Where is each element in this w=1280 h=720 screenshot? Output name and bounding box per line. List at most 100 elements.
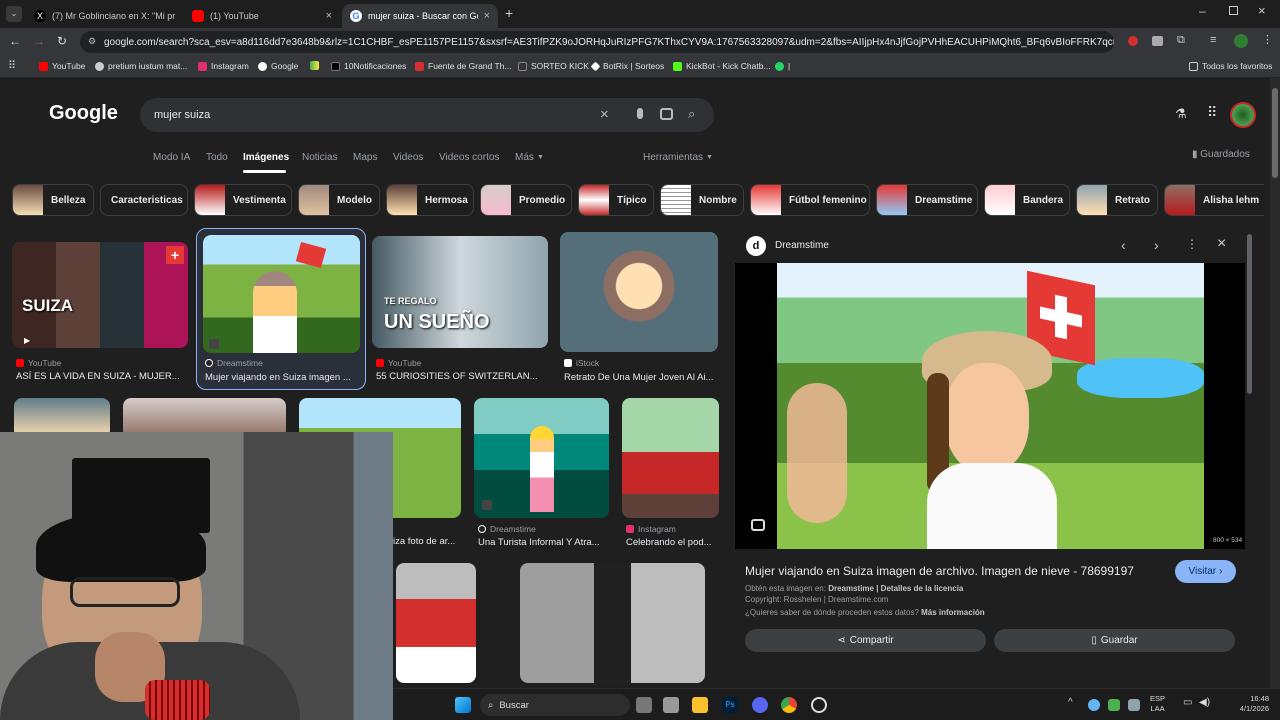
chip-nombre[interactable]: Nombre [660, 184, 744, 216]
discord-icon[interactable] [752, 697, 768, 713]
result-card[interactable]: SUIZA + ▶ YouTube ASÍ ES LA VIDA EN SUIZ… [12, 242, 190, 384]
apps-grid-icon[interactable]: ⠿ [1207, 104, 1217, 121]
tab-todo[interactable]: Todo [206, 152, 228, 163]
result-title[interactable]: iza foto de ar... [393, 536, 463, 547]
clock[interactable]: 16:48 4/1/2026 [1231, 694, 1269, 714]
apps-icon[interactable]: ⠿ [8, 59, 16, 72]
result-image[interactable] [396, 563, 476, 683]
reload-icon[interactable]: ↻ [57, 34, 67, 48]
bookmark-notificaciones[interactable]: 10Notificaciones [331, 61, 406, 71]
restore-icon[interactable] [1229, 6, 1238, 15]
new-tab-button[interactable]: + [505, 5, 513, 21]
extension-red-icon[interactable] [1128, 36, 1138, 46]
page-scrollbar[interactable] [1270, 78, 1280, 688]
tab-videos[interactable]: Videos [393, 152, 423, 163]
google-logo[interactable]: Google [49, 102, 118, 125]
bookmark-kickbot[interactable]: KickBot - Kick Chatb... [673, 61, 771, 71]
close-tab-icon[interactable]: × [181, 10, 182, 22]
tab-imagenes[interactable]: Imágenes [243, 152, 289, 163]
site-info-icon[interactable]: ⚙ [88, 36, 96, 47]
tab-search-button[interactable]: ⌄ [6, 6, 22, 22]
bookmark-fuente[interactable]: Fuente de Grand Th... [415, 61, 511, 71]
preview-image[interactable] [777, 263, 1204, 549]
labs-icon[interactable]: ⚗ [1175, 106, 1187, 122]
bookmark-instagram[interactable]: Instagram [198, 61, 249, 71]
close-tab-icon[interactable]: × [484, 10, 490, 22]
result-title[interactable]: Una Turista Informal Y Atra... [478, 537, 610, 548]
chip-promedio[interactable]: Promedio [480, 184, 572, 216]
panel-source[interactable]: Dreamstime [775, 240, 829, 251]
result-title[interactable]: Retrato De Una Mujer Joven Al Ai... [564, 372, 718, 383]
address-bar[interactable]: ⚙ google.com/search?sca_esv=a8d116dd7e36… [80, 31, 1114, 53]
tray-icon[interactable] [1088, 699, 1100, 711]
network-icon[interactable]: ▭ [1183, 697, 1192, 708]
license-links[interactable]: Dreamstime | Detalles de la licencia [828, 584, 963, 593]
result-image[interactable] [560, 232, 718, 352]
language-indicator[interactable]: ESP LAA [1150, 694, 1165, 714]
close-tab-icon[interactable]: × [326, 10, 332, 22]
task-view-icon[interactable] [636, 697, 652, 713]
result-image[interactable] [622, 398, 719, 518]
file-explorer-icon[interactable] [692, 697, 708, 713]
photoshop-icon[interactable]: Ps [722, 697, 738, 713]
tab-youtube[interactable]: (1) YouTube × [184, 4, 340, 28]
lens-search-icon[interactable] [751, 519, 765, 531]
chip-tipico[interactable]: Típico [578, 184, 654, 216]
tools-button[interactable]: Herramientas [643, 152, 703, 163]
chip-dreamstime[interactable]: Dreamstime [876, 184, 978, 216]
menu-icon[interactable]: ⋮ [1262, 33, 1273, 46]
tab-google-search[interactable]: G mujer suiza - Buscar con Google × [342, 4, 498, 28]
result-card[interactable]: TE REGALO UN SUEÑO YouTube 55 CURIOSITIE… [372, 236, 552, 384]
visit-button[interactable]: Visitar › [1175, 560, 1236, 583]
chevron-up-icon[interactable]: ^ [1068, 697, 1073, 708]
result-card[interactable]: Instagram Celebrando el pod... [622, 398, 724, 550]
bookmark-botrix[interactable]: BotRix | Sorteos [590, 61, 664, 71]
tab-noticias[interactable]: Noticias [302, 152, 338, 163]
saved-button[interactable]: ▮ Guardados [1192, 149, 1250, 160]
forward-icon[interactable]: → [33, 34, 45, 48]
tab-x[interactable]: X (7) Mr Goblinciano en X: "Mi pr × [26, 4, 182, 28]
chip-vestimenta[interactable]: Vestimenta [194, 184, 292, 216]
result-image[interactable]: SUIZA + ▶ [12, 242, 188, 348]
result-card-selected[interactable]: Dreamstime Mujer viajando en Suiza image… [196, 228, 366, 390]
puzzle-icon[interactable]: ⧉ [1177, 34, 1185, 47]
bookmark-sorteo-kick[interactable]: SORTEO KICK [518, 61, 589, 71]
all-bookmarks[interactable]: Todos los favoritos [1189, 61, 1272, 71]
lens-icon[interactable] [660, 108, 673, 120]
panel-title[interactable]: Mujer viajando en Suiza imagen de archiv… [745, 564, 1155, 578]
result-title[interactable]: ASÍ ES LA VIDA EN SUIZA - MUJER... [16, 371, 186, 382]
result-image[interactable]: TE REGALO UN SUEÑO [372, 236, 548, 348]
media-icon[interactable]: ≡ [1210, 34, 1216, 46]
tray-icon[interactable] [1128, 699, 1140, 711]
result-title[interactable]: Celebrando el pod... [626, 537, 722, 548]
close-icon[interactable]: × [1217, 235, 1226, 253]
result-title[interactable]: Mujer viajando en Suiza imagen ... [205, 372, 357, 383]
bookmark-google[interactable]: Google [258, 61, 298, 71]
result-card[interactable]: iStock Retrato De Una Mujer Joven Al Ai.… [560, 232, 722, 384]
chip-alisha-lehm[interactable]: Alisha lehm [1164, 184, 1264, 216]
panel-scrollbar[interactable] [1247, 234, 1252, 394]
extension-icon[interactable] [1152, 36, 1163, 46]
clear-icon[interactable]: × [600, 106, 609, 123]
tab-modo-ia[interactable]: Modo IA [153, 152, 190, 163]
tab-maps[interactable]: Maps [353, 152, 377, 163]
chip-retrato[interactable]: Retrato [1076, 184, 1158, 216]
chip-hermosa[interactable]: Hermosa [386, 184, 474, 216]
search-input[interactable]: mujer suiza [154, 109, 210, 121]
taskbar-search[interactable]: ⌕ Buscar [480, 694, 630, 716]
app-icon[interactable] [811, 697, 827, 713]
preview-image-area[interactable]: 800 × 534 [735, 263, 1245, 549]
chip-futbol-femenino[interactable]: Fútbol femenino [750, 184, 870, 216]
bookmark-youtube[interactable]: YouTube [39, 61, 85, 71]
tab-videos-cortos[interactable]: Videos cortos [439, 152, 499, 163]
bookmark-colorful[interactable] [310, 61, 323, 70]
previous-icon[interactable]: ‹ [1121, 237, 1126, 253]
chip-modelo[interactable]: Modelo [298, 184, 380, 216]
search-box[interactable]: mujer suiza × ⌕ [140, 98, 714, 132]
scrollbar-thumb[interactable] [1272, 88, 1278, 178]
minimize-icon[interactable]: – [1199, 4, 1206, 18]
bookmark-pretium[interactable]: pretium iustum mat... [95, 61, 187, 71]
next-icon[interactable]: › [1154, 237, 1159, 253]
save-button[interactable]: ▯ Guardar [994, 629, 1235, 652]
more-options-icon[interactable]: ⋮ [1186, 237, 1198, 251]
